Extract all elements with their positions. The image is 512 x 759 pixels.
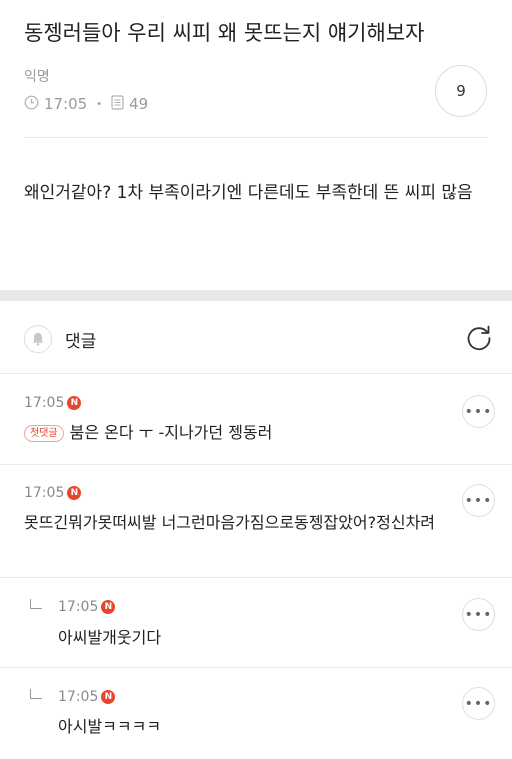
comment-text: 아씨발개웃기다: [58, 628, 162, 647]
comment-time: 17:05: [24, 395, 65, 411]
comment-time: 17:05: [58, 599, 99, 615]
meta-separator: •: [96, 98, 103, 110]
new-badge: N: [67, 486, 82, 500]
comment-item: 17:05 N 첫댓글 붐은 온다 ㅜ -지나가던 젱동러 •••: [0, 375, 512, 465]
comment-text: 붐은 온다 ㅜ -지나가던 젱동러: [69, 423, 273, 442]
reply-item: 17:05 N 아씨발개웃기다 •••: [0, 579, 512, 668]
post-views: 49: [129, 95, 149, 113]
comment-time: 17:05: [58, 689, 99, 705]
more-icon[interactable]: •••: [462, 687, 495, 720]
comment-time: 17:05: [24, 485, 65, 501]
post-meta: 17:05 • 49: [24, 93, 148, 115]
reply-item: 17:05 N 아시발ㅋㅋㅋㅋ •••: [0, 669, 512, 759]
post-body: 왜인거같아? 1차 부족이라기엔 다른데도 부족한데 뜬 씨피 많음: [24, 183, 473, 203]
new-badge: N: [67, 396, 82, 410]
comment-text: 못뜨긴뭐가못떠씨발 너그런마음가짐으로동젱잡았어?정신차려: [24, 513, 436, 532]
document-icon: [111, 94, 124, 114]
reply-arrow-icon: [30, 689, 42, 699]
comment-text-row: 첫댓글 붐은 온다 ㅜ -지나가던 젱동러: [24, 421, 272, 445]
post-title: 동젱러들아 우리 씨피 왜 못뜨는지 얘기해보자: [24, 21, 425, 45]
reply-arrow-icon: [30, 599, 42, 609]
comment-count-badge[interactable]: 9: [435, 65, 487, 117]
first-comment-badge: 첫댓글: [24, 425, 64, 442]
more-icon[interactable]: •••: [462, 395, 495, 428]
divider: [24, 137, 488, 138]
comment-time-row: 17:05 N: [24, 395, 82, 411]
more-icon[interactable]: •••: [462, 598, 495, 631]
comment-item: 17:05 N 못뜨긴뭐가못떠씨발 너그런마음가짐으로동젱잡았어?정신차려 ••…: [0, 466, 512, 578]
new-badge: N: [101, 600, 116, 614]
comment-text: 아시발ㅋㅋㅋㅋ: [58, 717, 162, 736]
post-author: 익명: [24, 69, 50, 85]
comment-time-row: 17:05 N: [58, 599, 116, 615]
clock-icon: [24, 95, 39, 114]
comments-label: 댓글: [65, 332, 97, 352]
section-divider: [0, 290, 512, 301]
post-time: 17:05: [44, 95, 88, 113]
bell-icon[interactable]: [24, 325, 52, 353]
refresh-icon[interactable]: [464, 323, 494, 353]
comment-time-row: 17:05 N: [24, 485, 82, 501]
more-icon[interactable]: •••: [462, 484, 495, 517]
new-badge: N: [101, 690, 116, 704]
comment-time-row: 17:05 N: [58, 689, 116, 705]
comments-header: 댓글: [0, 301, 512, 374]
